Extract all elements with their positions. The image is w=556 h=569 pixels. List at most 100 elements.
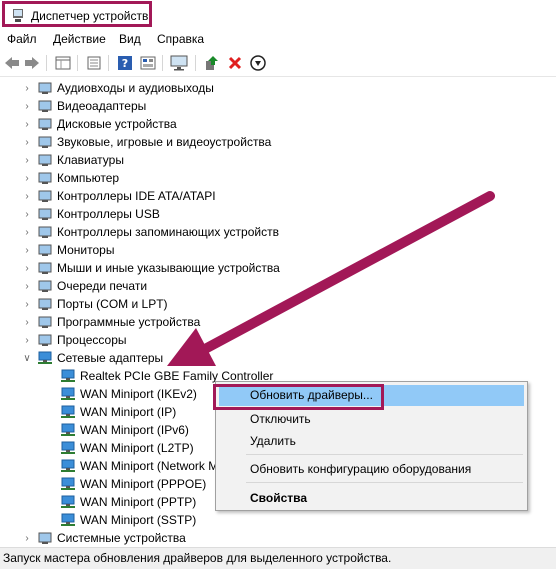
chevron-right-icon[interactable]: › xyxy=(22,173,32,184)
tree-category-label: Программные устройства xyxy=(57,315,201,329)
network-adapter-icon xyxy=(60,369,76,383)
tree-category-label: Порты (COM и LPT) xyxy=(57,297,168,311)
tree-category[interactable]: › Контроллеры USB xyxy=(22,205,160,223)
status-bar: Запуск мастера обновления драйверов для … xyxy=(0,547,556,569)
network-adapter-icon xyxy=(37,351,53,365)
menu-bar: Файл Действие Вид Справка xyxy=(0,30,556,50)
chevron-right-icon[interactable]: › xyxy=(22,83,32,94)
download-icon[interactable] xyxy=(249,54,267,72)
chevron-right-icon[interactable]: › xyxy=(22,245,32,256)
tree-category[interactable]: › Мониторы xyxy=(22,241,114,259)
chevron-down-icon[interactable]: ∨ xyxy=(22,353,32,364)
tree-category[interactable]: › Порты (COM и LPT) xyxy=(22,295,168,313)
tree-category[interactable]: › Контроллеры IDE ATA/ATAPI xyxy=(22,187,216,205)
menu-help[interactable]: Справка xyxy=(157,32,204,46)
chevron-right-icon[interactable]: › xyxy=(22,299,32,310)
menu-separator xyxy=(246,454,523,455)
help-icon[interactable]: ? xyxy=(116,54,134,72)
tree-category-label: Процессоры xyxy=(57,333,127,347)
chevron-right-icon[interactable]: › xyxy=(22,137,32,148)
port-icon xyxy=(37,297,53,311)
system-devices-icon xyxy=(37,531,53,545)
chevron-right-icon[interactable]: › xyxy=(22,209,32,220)
chevron-right-icon[interactable]: › xyxy=(22,335,32,346)
tree-category[interactable]: › Контроллеры запоминающих устройств xyxy=(22,223,279,241)
tree-category[interactable]: › Очереди печати xyxy=(22,277,147,295)
tree-category[interactable]: › Звуковые, игровые и видеоустройства xyxy=(22,133,271,151)
tree-device[interactable]: WAN Miniport (L2TP) xyxy=(60,439,194,457)
device-manager-icon xyxy=(13,9,23,22)
tree-device[interactable]: WAN Miniport (PPPOE) xyxy=(60,475,206,493)
tree-device[interactable]: WAN Miniport (IP) xyxy=(60,403,176,421)
tree-device[interactable]: WAN Miniport (PPTP) xyxy=(60,493,196,511)
tree-category[interactable]: ∨ Сетевые адаптеры xyxy=(22,349,163,367)
tree-category[interactable]: › Видеоадаптеры xyxy=(22,97,146,115)
menu-properties[interactable]: Свойства xyxy=(250,491,307,505)
menu-action[interactable]: Действие xyxy=(53,32,106,46)
menu-view[interactable]: Вид xyxy=(119,32,141,46)
tree-category-label: Контроллеры IDE ATA/ATAPI xyxy=(57,189,216,203)
tree-category[interactable]: › Мыши и иные указывающие устройства xyxy=(22,259,280,277)
tree-device[interactable]: WAN Miniport (IPv6) xyxy=(60,421,189,439)
tree-category[interactable]: › Системные устройства xyxy=(22,529,186,545)
tree-category-label: Клавиатуры xyxy=(57,153,124,167)
ide-controller-icon xyxy=(37,189,53,203)
tree-device-label: WAN Miniport (PPTP) xyxy=(80,495,197,509)
tree-category[interactable]: › Клавиатуры xyxy=(22,151,124,169)
window-title: Диспетчер устройств xyxy=(31,9,149,23)
processor-icon xyxy=(37,333,53,347)
network-adapter-icon xyxy=(60,513,76,527)
chevron-right-icon[interactable]: › xyxy=(22,317,32,328)
chevron-right-icon[interactable]: › xyxy=(22,533,32,544)
chevron-right-icon[interactable]: › xyxy=(22,227,32,238)
action-icon[interactable] xyxy=(139,54,157,72)
tree-category[interactable]: › Аудиовходы и аудиовыходы xyxy=(22,79,214,97)
print-queue-icon xyxy=(37,279,53,293)
keyboard-icon xyxy=(37,153,53,167)
menu-scan-hardware[interactable]: Обновить конфигурацию оборудования xyxy=(250,462,471,476)
monitor-scan-icon[interactable] xyxy=(170,54,188,72)
tree-device[interactable]: WAN Miniport (Network M xyxy=(60,457,218,475)
update-highlight-box xyxy=(213,384,384,410)
tree-device-label: WAN Miniport (Network M xyxy=(80,459,219,473)
chevron-right-icon[interactable]: › xyxy=(22,155,32,166)
tree-category-label: Мыши и иные указывающие устройства xyxy=(57,261,280,275)
tree-category-label: Очереди печати xyxy=(57,279,148,293)
display-adapter-icon xyxy=(37,99,53,113)
tree-category[interactable]: › Компьютер xyxy=(22,169,119,187)
menu-file[interactable]: Файл xyxy=(7,32,37,46)
chevron-right-icon[interactable]: › xyxy=(22,101,32,112)
toolbar: ? xyxy=(0,50,556,77)
properties-grid-icon[interactable] xyxy=(54,54,72,72)
menu-delete[interactable]: Удалить xyxy=(250,434,296,448)
usb-controller-icon xyxy=(37,207,53,221)
chevron-right-icon[interactable]: › xyxy=(22,191,32,202)
tree-category-label: Видеоадаптеры xyxy=(57,99,147,113)
sound-icon xyxy=(37,135,53,149)
tree-category[interactable]: › Процессоры xyxy=(22,331,127,349)
update-driver-icon[interactable] xyxy=(203,54,221,72)
tree-device[interactable]: WAN Miniport (SSTP) xyxy=(60,511,196,529)
storage-controller-icon xyxy=(37,225,53,239)
status-text: Запуск мастера обновления драйверов для … xyxy=(3,551,392,565)
list-view-icon[interactable] xyxy=(85,54,103,72)
network-adapter-icon xyxy=(60,405,76,419)
toolbar-separator xyxy=(46,55,47,71)
chevron-right-icon[interactable]: › xyxy=(22,281,32,292)
back-icon[interactable] xyxy=(3,54,21,72)
chevron-right-icon[interactable]: › xyxy=(22,263,32,274)
tree-category[interactable]: › Дисковые устройства xyxy=(22,115,176,133)
tree-category[interactable]: › Программные устройства xyxy=(22,313,200,331)
tree-category-label: Контроллеры запоминающих устройств xyxy=(57,225,279,239)
network-adapter-icon xyxy=(60,387,76,401)
tree-category-label: Системные устройства xyxy=(57,531,186,545)
tree-device[interactable]: WAN Miniport (IKEv2) xyxy=(60,385,197,403)
disk-drive-icon xyxy=(37,117,53,131)
remove-icon[interactable] xyxy=(226,54,244,72)
chevron-right-icon[interactable]: › xyxy=(22,119,32,130)
network-adapter-icon xyxy=(60,423,76,437)
forward-icon[interactable] xyxy=(23,54,41,72)
menu-disable[interactable]: Отключить xyxy=(250,412,311,426)
tree-device-label: WAN Miniport (IPv6) xyxy=(80,423,189,437)
tree-category-label: Сетевые адаптеры xyxy=(57,351,164,365)
